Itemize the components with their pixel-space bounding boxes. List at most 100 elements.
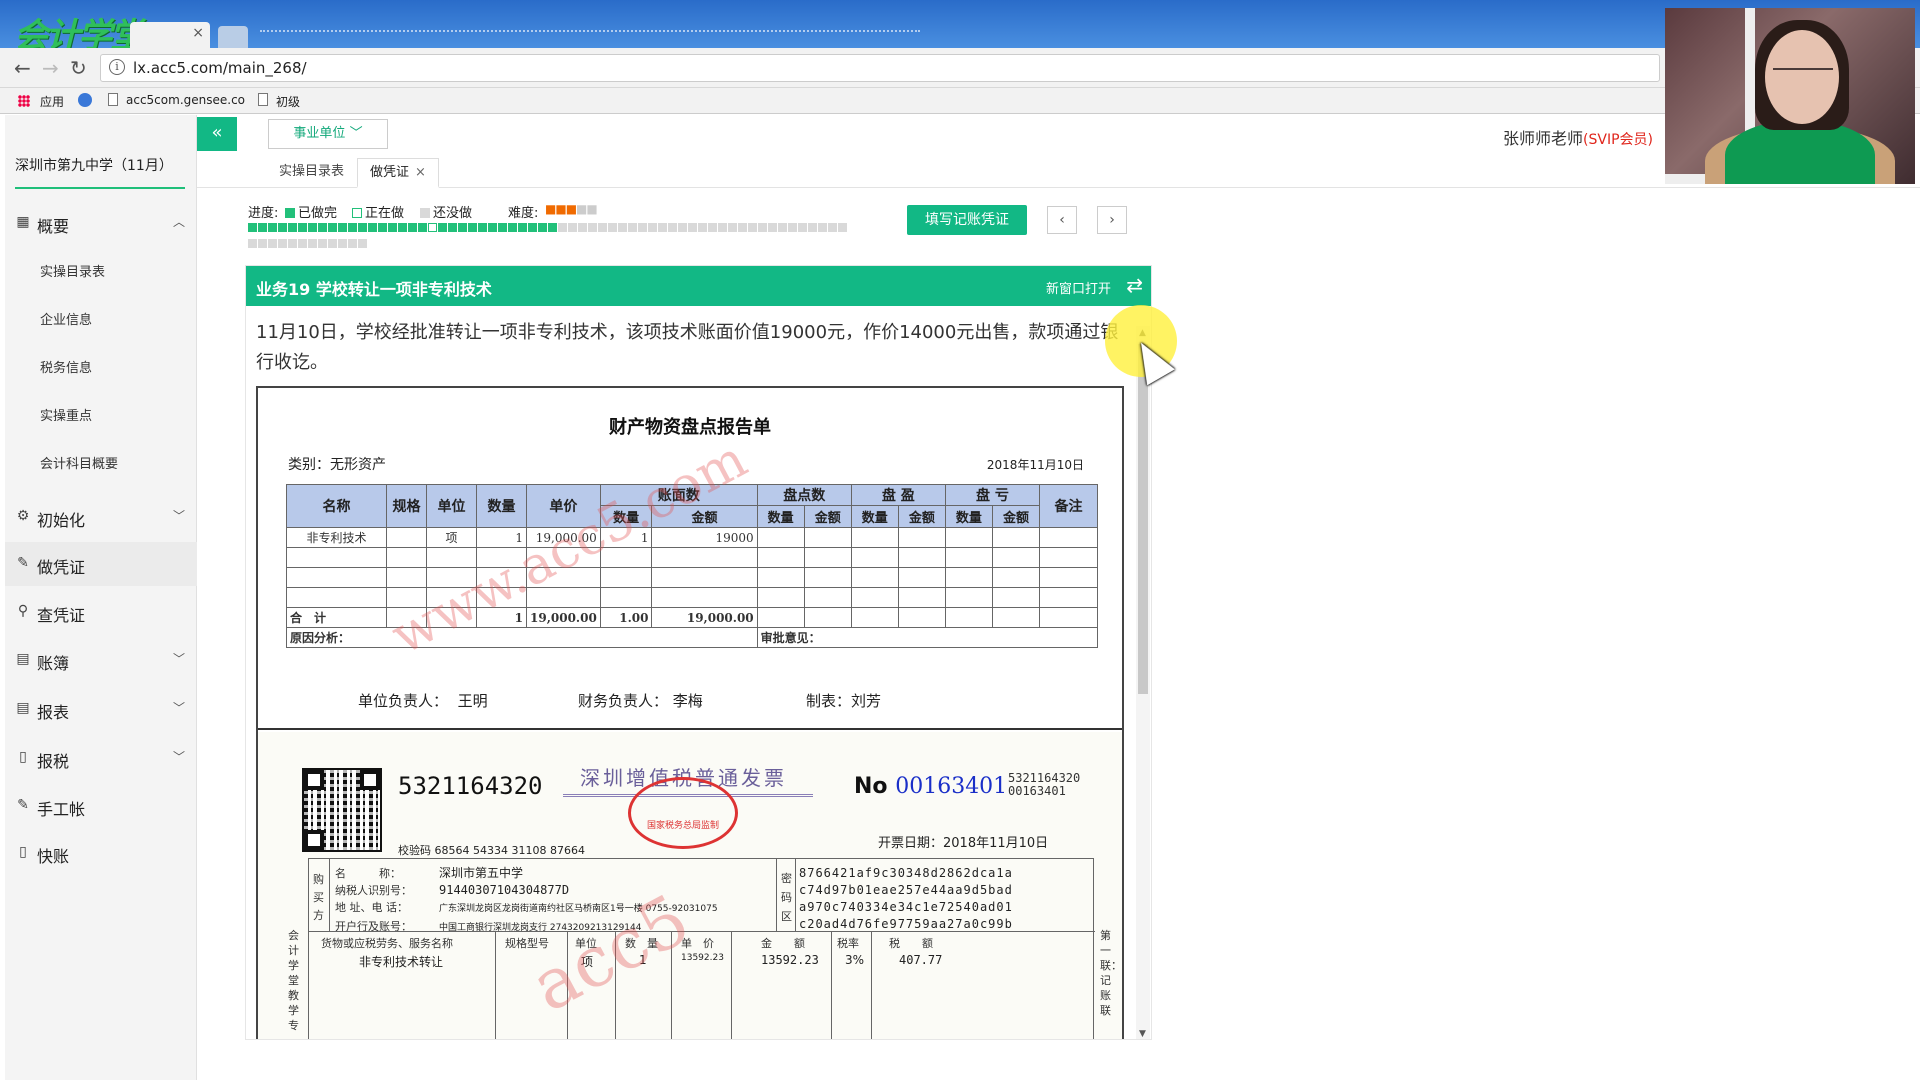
progress-cell[interactable] [468,223,477,232]
progress-cell[interactable] [348,239,357,248]
sidebar-item-reports[interactable]: ▤ 报表 ﹀ [5,687,197,731]
tab-make-voucher[interactable]: 做凭证 × [357,158,439,188]
progress-cell[interactable] [798,223,807,232]
progress-cell[interactable] [398,223,407,232]
progress-cell[interactable] [368,223,377,232]
progress-cell[interactable] [298,223,307,232]
progress-cell[interactable] [278,223,287,232]
progress-cell[interactable] [778,223,787,232]
sidebar-item-query-voucher[interactable]: ⚲ 查凭证 [5,590,197,634]
progress-cell[interactable] [478,223,487,232]
prev-task-button[interactable]: ‹ [1047,206,1077,234]
url-input[interactable]: i lx.acc5.com/main_268/ [100,54,1660,82]
progress-cell[interactable] [578,223,587,232]
progress-cell[interactable] [828,223,837,232]
progress-cell[interactable] [418,223,427,232]
progress-cell[interactable] [548,223,557,232]
progress-cell[interactable] [568,223,577,232]
progress-cell[interactable] [698,223,707,232]
next-task-button[interactable]: › [1097,206,1127,234]
progress-cell[interactable] [518,223,527,232]
progress-cell[interactable] [248,239,257,248]
progress-cell[interactable] [258,223,267,232]
progress-cell[interactable] [328,239,337,248]
sidebar-item-ledger[interactable]: ▤ 账簿 ﹀ [5,638,197,682]
progress-cell[interactable] [268,239,277,248]
collapse-sidebar-button[interactable]: « [197,117,237,151]
scrollbar-thumb[interactable] [1138,344,1148,694]
sidebar-item-overview[interactable]: ▦ 概要 ︿ [5,201,197,245]
progress-cell[interactable] [308,239,317,248]
progress-cell[interactable] [328,223,337,232]
sidebar-item-tax-filing[interactable]: ▯ 报税 ﹀ [5,736,197,780]
attachment-scrollbar[interactable]: ▲ ▼ [1136,326,1150,1039]
progress-cell[interactable] [758,223,767,232]
sidebar-subitem-company[interactable]: 企业信息 [40,309,92,328]
progress-cell[interactable] [278,239,287,248]
progress-cell[interactable] [748,223,757,232]
progress-cell[interactable] [288,223,297,232]
unit-type-select[interactable]: 事业单位 ﹀ [268,119,388,149]
progress-cell[interactable] [738,223,747,232]
sidebar-subitem-tax[interactable]: 税务信息 [40,357,92,376]
progress-cell[interactable] [628,223,637,232]
progress-cell[interactable] [318,223,327,232]
fill-voucher-button[interactable]: 填写记账凭证 [907,205,1027,235]
progress-cell[interactable] [678,223,687,232]
progress-cell[interactable] [358,239,367,248]
progress-cell[interactable] [268,223,277,232]
progress-cell[interactable] [728,223,737,232]
bookmark-basic[interactable]: 初级 [276,93,300,110]
progress-cell[interactable] [708,223,717,232]
sidebar-subitem-catalog[interactable]: 实操目录表 [40,261,105,280]
progress-cell[interactable] [408,223,417,232]
progress-cell[interactable] [718,223,727,232]
open-new-window-link[interactable]: 新窗口打开 [1046,278,1111,297]
progress-cell[interactable] [538,223,547,232]
progress-cell[interactable] [378,223,387,232]
new-tab-button[interactable] [218,26,248,48]
bookmark-apps[interactable]: 应用 [40,93,64,110]
back-icon[interactable]: ← [14,56,31,80]
progress-cell[interactable] [598,223,607,232]
progress-cell[interactable] [438,223,447,232]
progress-cell[interactable] [588,223,597,232]
bookmark-gensee[interactable]: acc5com.gensee.co [126,93,245,107]
progress-cell[interactable] [688,223,697,232]
progress-cell[interactable] [658,223,667,232]
sidebar-subitem-accounts[interactable]: 会计科目概要 [40,453,118,472]
progress-cell[interactable] [308,223,317,232]
attachment-viewer[interactable]: 财产物资盘点报告单 类别：无形资产 2018年11月10日 名称 规格 单位 数… [256,386,1124,1039]
apps-icon[interactable] [18,95,30,107]
reload-icon[interactable]: ↻ [70,56,87,80]
swap-icon[interactable]: ⇄ [1126,273,1143,297]
progress-cell[interactable] [508,223,517,232]
progress-cell[interactable] [638,223,647,232]
progress-cell[interactable] [338,223,347,232]
scroll-down-icon[interactable]: ▼ [1139,1029,1146,1039]
progress-cell[interactable] [248,223,257,232]
progress-cell[interactable] [528,223,537,232]
progress-cell[interactable] [448,223,457,232]
progress-cell[interactable] [808,223,817,232]
progress-cell[interactable] [338,239,347,248]
sidebar-subitem-keypoints[interactable]: 实操重点 [40,405,92,424]
site-info-icon[interactable]: i [109,59,125,75]
sidebar-item-quick-ledger[interactable]: ▯ 快账 [5,831,197,875]
progress-cell[interactable] [458,223,467,232]
progress-cell[interactable] [258,239,267,248]
progress-cell[interactable] [428,223,437,232]
progress-cell[interactable] [838,223,847,232]
progress-cell[interactable] [768,223,777,232]
progress-cell[interactable] [498,223,507,232]
progress-cell[interactable] [388,223,397,232]
user-info[interactable]: 张师师老师(SVIP会员) [1503,125,1653,149]
progress-cell[interactable] [358,223,367,232]
progress-cell[interactable] [818,223,827,232]
progress-cell[interactable] [348,223,357,232]
progress-cell[interactable] [788,223,797,232]
progress-cell[interactable] [608,223,617,232]
progress-cell[interactable] [288,239,297,248]
progress-cell[interactable] [648,223,657,232]
sidebar-item-init[interactable]: ⚙ 初始化 ﹀ [5,495,197,539]
